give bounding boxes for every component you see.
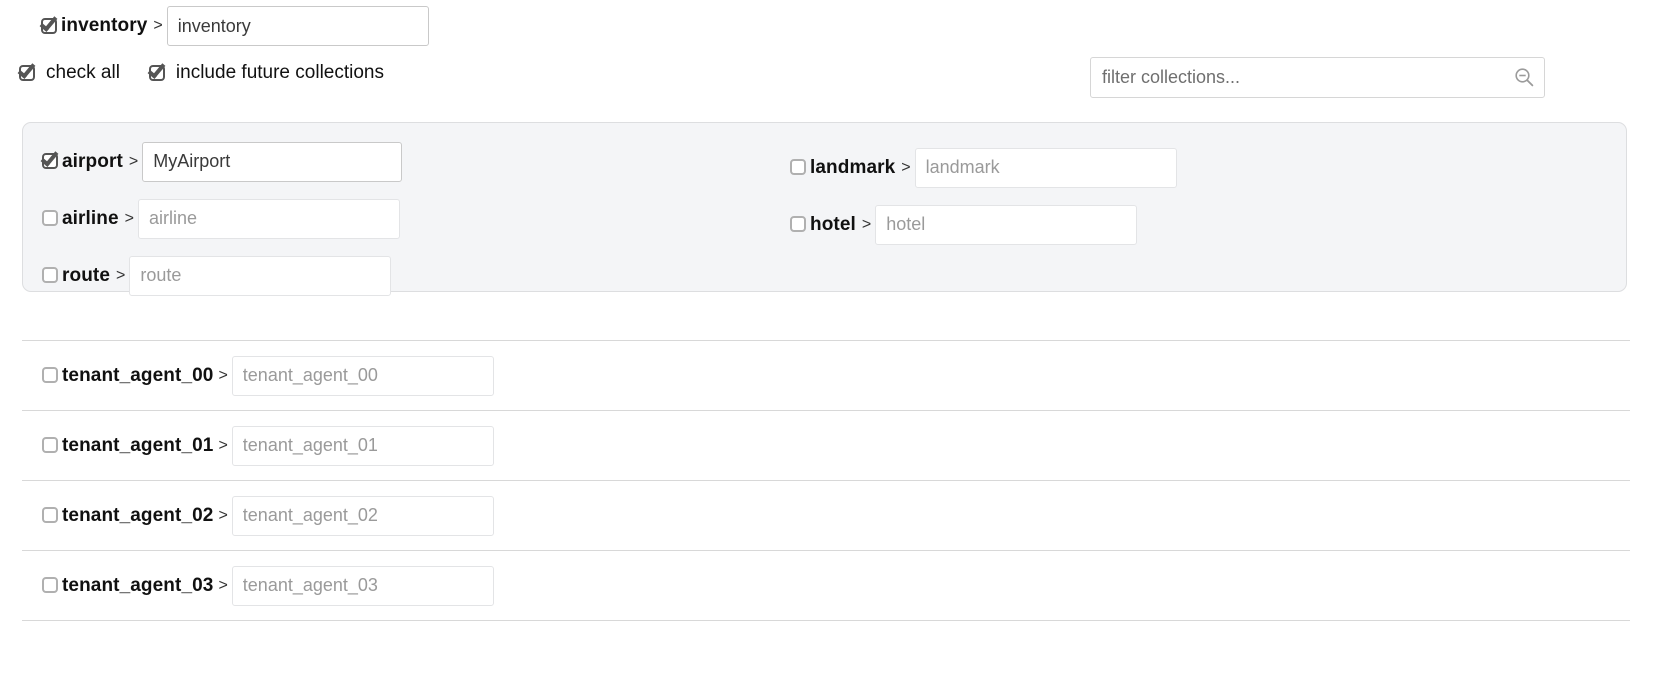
- include-future-collections-label: include future collections: [175, 62, 384, 83]
- tenant-agent-03-input[interactable]: [231, 565, 494, 606]
- airport-label: airport: [62, 150, 123, 172]
- tenant-agent-03-separator-chevron-icon: >: [218, 576, 228, 594]
- check-all-label: check all: [46, 62, 120, 83]
- tenant-agent-01-label: tenant_agent_01: [62, 434, 214, 456]
- checkbox-box: [790, 216, 806, 232]
- tenant-agent-00-checkbox[interactable]: [41, 365, 62, 386]
- airline-label: airline: [62, 207, 119, 229]
- tenant-agent-02-separator-chevron-icon: >: [218, 506, 228, 524]
- tenant-agent-02-label: tenant_agent_02: [62, 504, 214, 526]
- include-future-collections-option[interactable]: include future collections: [147, 59, 384, 84]
- route-input[interactable]: [129, 255, 392, 296]
- airport-input[interactable]: [142, 141, 403, 182]
- collections-panel: airport > airline > route >: [22, 122, 1627, 296]
- airport-separator-chevron-icon: >: [128, 152, 139, 170]
- tenant-agent-01-separator-chevron-icon: >: [218, 436, 228, 454]
- airline-separator-chevron-icon: >: [124, 209, 135, 227]
- tenant-collection-list: tenant_agent_00 > tenant_agent_01 > tena…: [22, 340, 1630, 621]
- collections-left-column: airport > airline > route >: [40, 133, 403, 304]
- filter-collections-input[interactable]: [1090, 57, 1545, 98]
- airport-checkbox[interactable]: [40, 148, 62, 172]
- list-item: tenant_agent_00 >: [22, 341, 1630, 410]
- check-all-checkbox[interactable]: [17, 59, 39, 84]
- hotel-input[interactable]: [875, 204, 1138, 245]
- tenant-agent-03-label: tenant_agent_03: [62, 574, 214, 596]
- checkbox-box: [42, 507, 58, 523]
- route-label: route: [62, 264, 110, 286]
- list-item: tenant_agent_02 >: [22, 481, 1630, 550]
- checkbox-box: [42, 267, 58, 283]
- checkbox-box: [42, 367, 58, 383]
- tenant-agent-03-checkbox[interactable]: [41, 575, 62, 596]
- root-separator-chevron-icon: >: [153, 17, 163, 34]
- collection-row-route: route >: [41, 247, 402, 304]
- collections-right-column: landmark > hotel >: [789, 139, 1177, 253]
- root-collection-input[interactable]: [166, 6, 429, 46]
- collection-row-airline: airline >: [41, 190, 402, 247]
- list-item: tenant_agent_01 >: [22, 411, 1630, 480]
- landmark-separator-chevron-icon: >: [901, 158, 911, 176]
- checkbox-box: [42, 437, 58, 453]
- search-zoom-out-icon[interactable]: [1513, 66, 1535, 88]
- include-future-collections-checkbox[interactable]: [147, 59, 169, 84]
- tenant-agent-00-input[interactable]: [231, 355, 494, 396]
- collection-row-landmark: landmark >: [789, 139, 1177, 196]
- filter-collections-field: [1090, 57, 1545, 98]
- root-collection-checkbox[interactable]: [39, 12, 61, 37]
- collection-selector-page: inventory > check all include future col…: [0, 0, 1653, 681]
- tenant-agent-02-input[interactable]: [231, 495, 494, 536]
- tenant-agent-01-input[interactable]: [231, 425, 494, 466]
- airline-input[interactable]: [138, 198, 401, 239]
- checkbox-box: [42, 210, 58, 226]
- root-collection-row: inventory >: [39, 6, 429, 46]
- landmark-label: landmark: [810, 156, 896, 178]
- checkbox-box: [42, 577, 58, 593]
- checkbox-box: [790, 159, 806, 175]
- root-collection-label: inventory: [61, 15, 148, 36]
- airline-checkbox[interactable]: [41, 208, 62, 229]
- route-checkbox[interactable]: [41, 265, 62, 286]
- tenant-agent-00-separator-chevron-icon: >: [218, 366, 228, 384]
- hotel-label: hotel: [810, 213, 856, 235]
- hotel-checkbox[interactable]: [789, 214, 810, 235]
- list-divider: [22, 620, 1630, 621]
- landmark-checkbox[interactable]: [789, 157, 810, 178]
- hotel-separator-chevron-icon: >: [861, 215, 872, 233]
- tenant-agent-01-checkbox[interactable]: [41, 435, 62, 456]
- route-separator-chevron-icon: >: [116, 266, 126, 284]
- landmark-input[interactable]: [914, 147, 1177, 188]
- list-item: tenant_agent_03 >: [22, 551, 1630, 620]
- check-all-option[interactable]: check all: [17, 59, 120, 84]
- tenant-agent-02-checkbox[interactable]: [41, 505, 62, 526]
- collection-row-hotel: hotel >: [789, 196, 1177, 253]
- global-options-row: check all include future collections: [17, 59, 384, 84]
- collection-row-airport: airport >: [40, 133, 403, 190]
- tenant-agent-00-label: tenant_agent_00: [62, 364, 214, 386]
